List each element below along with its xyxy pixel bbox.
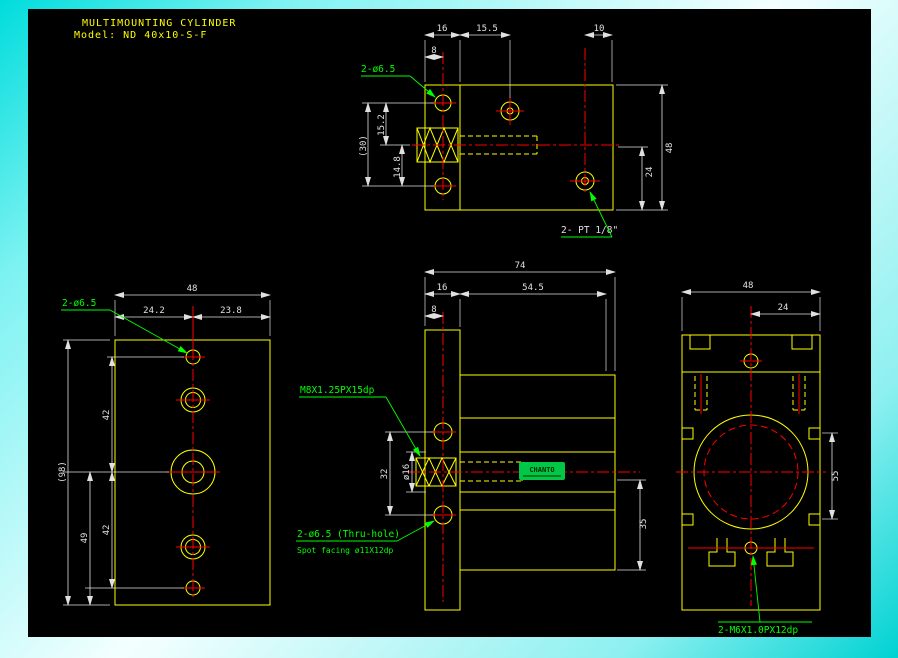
dim-10: 10 — [594, 24, 605, 34]
dim-32: 32 — [380, 469, 390, 480]
dim-30-ref: (30) — [359, 135, 369, 157]
dim-8-side: 8 — [431, 305, 436, 315]
dim-54-5: 54.5 — [522, 283, 544, 293]
dim-48: 48 — [665, 143, 675, 154]
dim-15-5: 15.5 — [476, 24, 498, 34]
dim-98-ref: (98) — [58, 461, 68, 483]
label-pt-port: 2- PT 1/8" — [561, 225, 618, 236]
label-m6-thread: 2-M6X1.0PX12dp — [718, 625, 798, 636]
dim-49: 49 — [80, 533, 90, 544]
dim-8: 8 — [431, 46, 436, 56]
cad-drawing: MULTIMOUNTING CYLINDER Model: ND 40x10-S… — [28, 9, 871, 637]
dim-74: 74 — [515, 261, 526, 271]
dim-42-lower: 42 — [102, 525, 112, 536]
dim-24-end: 24 — [778, 303, 789, 313]
brand-logo-text: CHANTO — [529, 466, 554, 474]
dim-48-front: 48 — [187, 284, 198, 294]
drawing-title: MULTIMOUNTING CYLINDER — [82, 18, 236, 29]
dim-35: 35 — [639, 519, 649, 530]
label-thru-hole: 2-ø6.5 (Thru-hole) — [297, 529, 400, 540]
dim-23-8: 23.8 — [220, 306, 242, 316]
dim-24-2: 24.2 — [143, 306, 165, 316]
viewport-frame: MULTIMOUNTING CYLINDER Model: ND 40x10-S… — [0, 0, 898, 658]
dim-16-side: 16 — [437, 283, 448, 293]
drawing-model: Model: ND 40x10-S-F — [74, 30, 207, 41]
dim-dia16: ø16 — [402, 464, 412, 480]
dim-48-end: 48 — [743, 281, 754, 291]
dim-16: 16 — [437, 24, 448, 34]
dim-14-8: 14.8 — [393, 156, 403, 178]
dim-55: 55 — [831, 471, 841, 482]
dim-15-2: 15.2 — [377, 114, 387, 136]
label-m8-thread: M8X1.25PX15dp — [300, 385, 375, 396]
label-holes-front-view: 2-ø6.5 — [62, 298, 96, 309]
label-spot-facing: Spot facing ø11X12dp — [297, 546, 394, 555]
dim-24: 24 — [645, 167, 655, 178]
label-holes-top-view: 2-ø6.5 — [361, 64, 395, 75]
dim-42-upper: 42 — [102, 410, 112, 421]
